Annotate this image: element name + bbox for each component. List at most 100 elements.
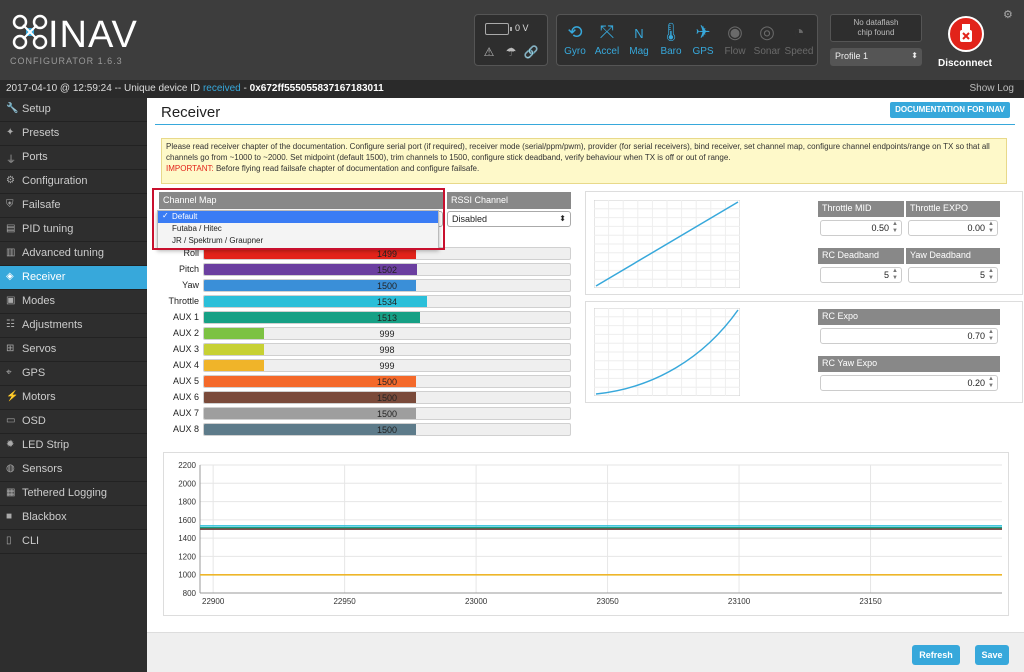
sidebar-item-label: Receiver <box>22 271 66 283</box>
blackbox-icon: ■ <box>6 511 13 522</box>
spinner-icon[interactable]: ▲ ▼ <box>988 376 994 390</box>
sensor-flow: ◉ Flow <box>719 15 751 67</box>
settings-gear-icon[interactable]: ⚙ <box>1003 8 1013 21</box>
sidebar-item-label: Ports <box>22 151 48 163</box>
refresh-button[interactable]: Refresh <box>912 645 960 665</box>
y-tick-label: 1400 <box>178 534 196 543</box>
channel-bar: 1500 <box>203 423 571 436</box>
spinner-icon[interactable]: ▲ ▼ <box>988 268 994 282</box>
rc-deadband-input[interactable]: 5 ▲ ▼ <box>820 267 902 283</box>
sensor-speed: ◔ Speed <box>783 15 815 67</box>
sensor-label: Mag <box>629 46 649 57</box>
channel-bar: 1500 <box>203 407 571 420</box>
dataflash-text: No dataflash chip found <box>853 18 899 37</box>
save-button[interactable]: Save <box>975 645 1009 665</box>
y-tick-label: 2200 <box>178 461 196 470</box>
app-version: CONFIGURATOR 1.6.3 <box>10 56 123 66</box>
channel-bar: 1534 <box>203 295 571 308</box>
gps-icon: ✈ <box>695 22 711 42</box>
profile-value: Profile 1 <box>835 51 869 61</box>
gps-icon: ⌖ <box>6 367 12 378</box>
sidebar-item-receiver[interactable]: ◈ Receiver <box>0 266 147 290</box>
wand-icon: ✦ <box>6 127 15 138</box>
sidebar-item-label: Blackbox <box>22 511 67 523</box>
documentation-button[interactable]: DOCUMENTATION FOR INAV <box>890 102 1010 118</box>
sensor-label: Baro <box>660 46 682 57</box>
sidebar-item-led-strip[interactable]: ✹ LED Strip <box>0 434 147 458</box>
sidebar-item-label: Modes <box>22 295 56 307</box>
sensor-gps: ✈ GPS <box>687 15 719 67</box>
spinner-icon[interactable]: ▲ ▼ <box>988 329 994 343</box>
sidebar-item-label: Sensors <box>22 463 63 475</box>
rssi-channel-select[interactable]: Disabled ⬍ <box>447 211 571 227</box>
throttle-curve-panel: Throttle MID Throttle EXPO 0.50 ▲ ▼ 0.00 ▲ ▼… <box>585 191 1023 295</box>
rc-expo-curve-chart <box>594 308 740 396</box>
link-icon: 🔗 <box>523 45 539 59</box>
rssi-channel-header: RSSI Channel <box>447 192 571 209</box>
gear-icon: ⚙ <box>6 175 15 186</box>
sensor-baro: 🌡 Baro <box>655 15 687 67</box>
sensor-label: Sonar <box>753 46 781 57</box>
sidebar-item-motors[interactable]: ⚡ Motors <box>0 386 147 410</box>
sidebar-item-blackbox[interactable]: ■ Blackbox <box>0 506 147 530</box>
sidebar-item-tethered-logging[interactable]: ▦ Tethered Logging <box>0 482 147 506</box>
pid-icon: ▤ <box>6 223 16 234</box>
channel-value: 1500 <box>376 281 398 291</box>
sidebar-item-advanced-tuning[interactable]: ▥ Advanced tuning <box>0 242 147 266</box>
channel-label: AUX 8 <box>172 424 199 434</box>
sidebar-item-osd[interactable]: ▭ OSD <box>0 410 147 434</box>
spinner-icon[interactable]: ▲ ▼ <box>988 221 994 235</box>
sidebar-item-failsafe[interactable]: ⛨ Failsafe <box>0 194 147 218</box>
flow-icon: ◉ <box>727 22 743 42</box>
channel-bar: 999 <box>203 327 571 340</box>
sensors-icon: ◍ <box>6 463 15 474</box>
channel-label: AUX 3 <box>172 344 199 354</box>
sidebar-item-ports[interactable]: ⏚ Ports <box>0 146 147 170</box>
throttle-mid-label: Throttle MID <box>818 201 904 217</box>
sidebar-item-sensors[interactable]: ◍ Sensors <box>0 458 147 482</box>
yaw-deadband-input[interactable]: 5 ▲ ▼ <box>908 267 998 283</box>
sidebar-item-servos[interactable]: ⊞ Servos <box>0 338 147 362</box>
throttle-expo-input[interactable]: 0.00 ▲ ▼ <box>908 220 998 236</box>
throttle-mid-value: 0.50 <box>871 223 889 233</box>
disconnect-label[interactable]: Disconnect <box>938 58 992 69</box>
sidebar-item-presets[interactable]: ✦ Presets <box>0 122 147 146</box>
profile-select[interactable]: Profile 1 ⬍ <box>830 48 922 66</box>
rc-expo-input[interactable]: 0.70 ▲ ▼ <box>820 328 998 344</box>
sidebar-item-configuration[interactable]: ⚙ Configuration <box>0 170 147 194</box>
channel-value: 999 <box>379 361 395 371</box>
quadcopter-logo-icon <box>12 14 48 50</box>
spinner-icon[interactable]: ▲ ▼ <box>892 221 898 235</box>
dataflash-status: No dataflash chip found <box>830 14 922 42</box>
sidebar-item-gps[interactable]: ⌖ GPS <box>0 362 147 386</box>
throttle-expo-label: Throttle EXPO <box>906 201 1000 217</box>
sidebar-item-label: Presets <box>22 127 60 139</box>
note-important-label: IMPORTANT: <box>166 164 214 173</box>
updown-arrows-icon: ⬍ <box>559 214 566 223</box>
sensor-accel: ⤧ Accel <box>591 15 623 67</box>
sidebar-item-label: Configuration <box>22 175 88 187</box>
plug-icon: ⏚ <box>6 155 16 166</box>
channel-label: AUX 5 <box>172 376 199 386</box>
throttle-mid-input[interactable]: 0.50 ▲ ▼ <box>820 220 902 236</box>
sliders-icon: ☷ <box>6 319 15 330</box>
sidebar-item-modes[interactable]: ▣ Modes <box>0 290 147 314</box>
spinner-icon[interactable]: ▲ ▼ <box>892 268 898 282</box>
status-prefix: 2017-04-10 @ 12:59:24 -- Unique device I… <box>6 83 203 94</box>
sidebar-item-adjustments[interactable]: ☷ Adjustments <box>0 314 147 338</box>
rc-yaw-expo-value: 0.20 <box>967 378 985 388</box>
rc-channels-chart: 800 1000 1200 1400 1600 1800 2000 2200 22900 2295… <box>178 461 1002 606</box>
receiver-tab: Receiver DOCUMENTATION FOR INAV Please r… <box>147 98 1024 672</box>
log-icon: ▦ <box>6 487 16 498</box>
show-log-link[interactable]: Show Log <box>970 83 1014 94</box>
page-title: Receiver <box>161 104 221 121</box>
sidebar-item-cli[interactable]: ▯ CLI <box>0 530 147 554</box>
disconnect-button[interactable] <box>948 16 984 52</box>
rc-yaw-expo-input[interactable]: 0.20 ▲ ▼ <box>820 375 998 391</box>
channel-value: 1500 <box>376 393 398 403</box>
channel-value: 999 <box>379 329 395 339</box>
sidebar-item-setup[interactable]: 🔧 Setup <box>0 98 147 122</box>
sensor-gyro: ⟲ Gyro <box>559 15 591 67</box>
sensor-label: Gyro <box>564 46 586 57</box>
sidebar-item-pid-tuning[interactable]: ▤ PID tuning <box>0 218 147 242</box>
